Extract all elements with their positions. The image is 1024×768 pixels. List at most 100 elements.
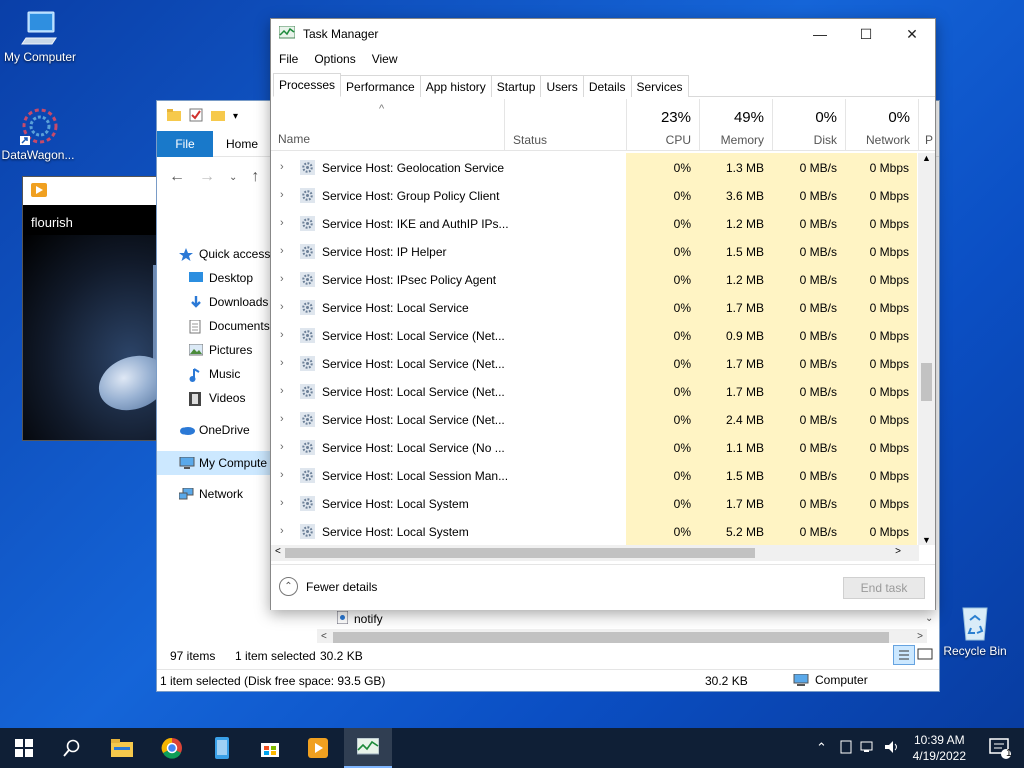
maximize-icon[interactable]: ☐ — [843, 19, 889, 49]
chevron-right-icon[interactable]: › — [280, 161, 284, 173]
start-button[interactable] — [0, 728, 48, 768]
tab-services[interactable]: Services — [630, 75, 689, 97]
sidebar-item-downloads[interactable]: Downloads — [189, 295, 268, 309]
table-row[interactable]: › Service Host: Local Service (Net... 0% 1.… — [271, 350, 917, 378]
end-task-button[interactable]: End task — [843, 577, 925, 599]
chevron-right-icon[interactable]: › — [280, 497, 284, 509]
table-row[interactable]: › Service Host: Local Session Man... 0% 1.5… — [271, 462, 917, 490]
chevron-right-icon[interactable]: › — [280, 469, 284, 481]
chevron-right-icon[interactable]: › — [280, 357, 284, 369]
table-row[interactable]: › Service Host: IKE and AuthIP IPs... 0% 1.… — [271, 210, 917, 238]
taskbar-store[interactable] — [246, 728, 294, 768]
sidebar-item-music[interactable]: Music — [189, 367, 240, 382]
chevron-right-icon[interactable]: › — [280, 189, 284, 201]
tab-performance[interactable]: Performance — [340, 75, 421, 97]
tab-app-history[interactable]: App history — [419, 75, 492, 97]
large-icons-view-icon[interactable] — [917, 647, 933, 664]
table-row[interactable]: › Service Host: Geolocation Service 0% 1.3 … — [271, 154, 917, 182]
scroll-right-icon[interactable]: > — [917, 631, 923, 642]
table-row[interactable]: › Service Host: Group Policy Client 0% 3.6 … — [271, 182, 917, 210]
chevron-right-icon[interactable]: › — [280, 245, 284, 257]
column-header-power[interactable]: P — [918, 99, 935, 151]
desktop-icon-datawagon[interactable]: DataWagon... — [0, 106, 78, 162]
chevron-right-icon[interactable]: › — [280, 441, 284, 453]
table-row[interactable]: › Service Host: Local Service (Net... 0% 2.… — [271, 406, 917, 434]
file-list-item[interactable]: notify — [336, 610, 383, 627]
column-header-status[interactable]: Status — [504, 99, 626, 151]
fewer-details-button[interactable]: ⌃ Fewer details — [279, 577, 377, 596]
table-row[interactable]: › Service Host: IPsec Policy Agent 0% 1.2 M… — [271, 266, 917, 294]
chevron-right-icon[interactable]: › — [280, 413, 284, 425]
column-header-name[interactable]: Name — [278, 132, 310, 146]
properties-icon[interactable] — [189, 108, 203, 125]
details-view-icon[interactable] — [893, 645, 915, 665]
table-row[interactable]: › Service Host: Local Service (No ... 0% 1.… — [271, 434, 917, 462]
recent-locations-icon[interactable]: ⌄ — [229, 172, 237, 183]
taskbar-media-player[interactable] — [294, 728, 342, 768]
scrollbar-thumb[interactable] — [285, 548, 755, 558]
sidebar-item-videos[interactable]: Videos — [189, 391, 245, 406]
media-player-titlebar[interactable] — [23, 177, 157, 205]
column-header-memory[interactable]: 49% Memory — [699, 99, 772, 151]
scroll-down-icon[interactable]: ▼ — [922, 535, 931, 545]
network-status-icon[interactable] — [860, 740, 876, 757]
sidebar-item-network[interactable]: Network — [178, 487, 243, 501]
chevron-right-icon[interactable]: › — [280, 329, 284, 341]
search-button[interactable] — [48, 728, 96, 768]
new-folder-icon[interactable] — [211, 109, 225, 124]
customize-toolbar-icon[interactable]: ▾ — [233, 111, 238, 122]
tab-users[interactable]: Users — [540, 75, 584, 97]
sidebar-item-onedrive[interactable]: OneDrive — [179, 423, 250, 437]
desktop-icon-my-computer[interactable]: My Computer — [0, 8, 80, 64]
sidebar-item-pictures[interactable]: Pictures — [188, 343, 252, 357]
menu-options[interactable]: Options — [306, 49, 363, 71]
action-center-button[interactable]: 1 — [976, 728, 1024, 768]
taskbar-phone-app[interactable] — [198, 728, 246, 768]
tab-startup[interactable]: Startup — [490, 75, 542, 97]
chevron-right-icon[interactable]: › — [280, 273, 284, 285]
ribbon-tab-home[interactable]: Home — [213, 131, 271, 157]
table-row[interactable]: › Service Host: Local System 0% 5.2 MB 0 MB/… — [271, 518, 917, 545]
media-player-window[interactable]: flourish — [22, 176, 158, 441]
scroll-left-icon[interactable]: < — [275, 546, 281, 557]
table-row[interactable]: › Service Host: Local System 0% 1.7 MB 0 MB/… — [271, 490, 917, 518]
task-manager-window[interactable]: Task Manager — ☐ ✕ File Options View Pro… — [270, 18, 936, 610]
show-hidden-icons-icon[interactable]: ⌃ — [816, 740, 832, 756]
forward-arrow-icon[interactable]: → — [199, 168, 215, 186]
task-manager-titlebar[interactable]: Task Manager — ☐ ✕ — [271, 19, 935, 49]
minimize-icon[interactable]: — — [797, 19, 843, 49]
back-arrow-icon[interactable]: ← — [169, 168, 185, 186]
column-header-network[interactable]: 0% Network — [845, 99, 918, 151]
taskbar-file-explorer[interactable] — [98, 728, 146, 768]
scrollbar-thumb[interactable] — [921, 363, 932, 401]
tab-processes[interactable]: Processes — [273, 73, 342, 97]
sidebar-item-my-computer[interactable]: My Compute — [157, 451, 275, 475]
chevron-right-icon[interactable]: › — [280, 301, 284, 313]
table-row[interactable]: › Service Host: Local Service (Net... 0% 1.… — [271, 378, 917, 406]
sidebar-item-documents[interactable]: Documents — [189, 319, 270, 334]
scroll-left-icon[interactable]: < — [321, 631, 327, 642]
volume-icon[interactable] — [884, 740, 900, 757]
taskbar-chrome[interactable] — [148, 728, 196, 768]
column-header-cpu[interactable]: 23% CPU — [626, 99, 699, 151]
taskbar-task-manager[interactable] — [344, 728, 392, 768]
chevron-right-icon[interactable]: › — [280, 217, 284, 229]
desktop-icon-recycle-bin[interactable]: Recycle Bin — [935, 602, 1015, 658]
ribbon-tab-file[interactable]: File — [157, 131, 213, 157]
taskbar-clock[interactable]: 10:39 AM 4/19/2022 — [913, 732, 966, 764]
scroll-up-icon[interactable]: ▲ — [922, 153, 931, 163]
sidebar-item-quick-access[interactable]: Quick access — [179, 247, 270, 261]
tablet-icon[interactable] — [840, 740, 852, 757]
process-list-horizontal-scrollbar[interactable]: < > — [271, 545, 919, 561]
chevron-right-icon[interactable]: › — [280, 385, 284, 397]
folder-icon[interactable] — [167, 108, 181, 124]
column-header-disk[interactable]: 0% Disk — [772, 99, 845, 151]
menu-view[interactable]: View — [364, 49, 406, 71]
process-list-vertical-scrollbar[interactable]: ▲ ▼ — [918, 153, 935, 545]
table-row[interactable]: › Service Host: Local Service 0% 1.7 MB 0 MB… — [271, 294, 917, 322]
table-row[interactable]: › Service Host: Local Service (Net... 0% 0.… — [271, 322, 917, 350]
scroll-right-icon[interactable]: > — [895, 546, 901, 557]
table-row[interactable]: › Service Host: IP Helper 0% 1.5 MB 0 MB/s 0 … — [271, 238, 917, 266]
menu-file[interactable]: File — [271, 49, 306, 71]
sidebar-item-desktop[interactable]: Desktop — [189, 271, 253, 285]
